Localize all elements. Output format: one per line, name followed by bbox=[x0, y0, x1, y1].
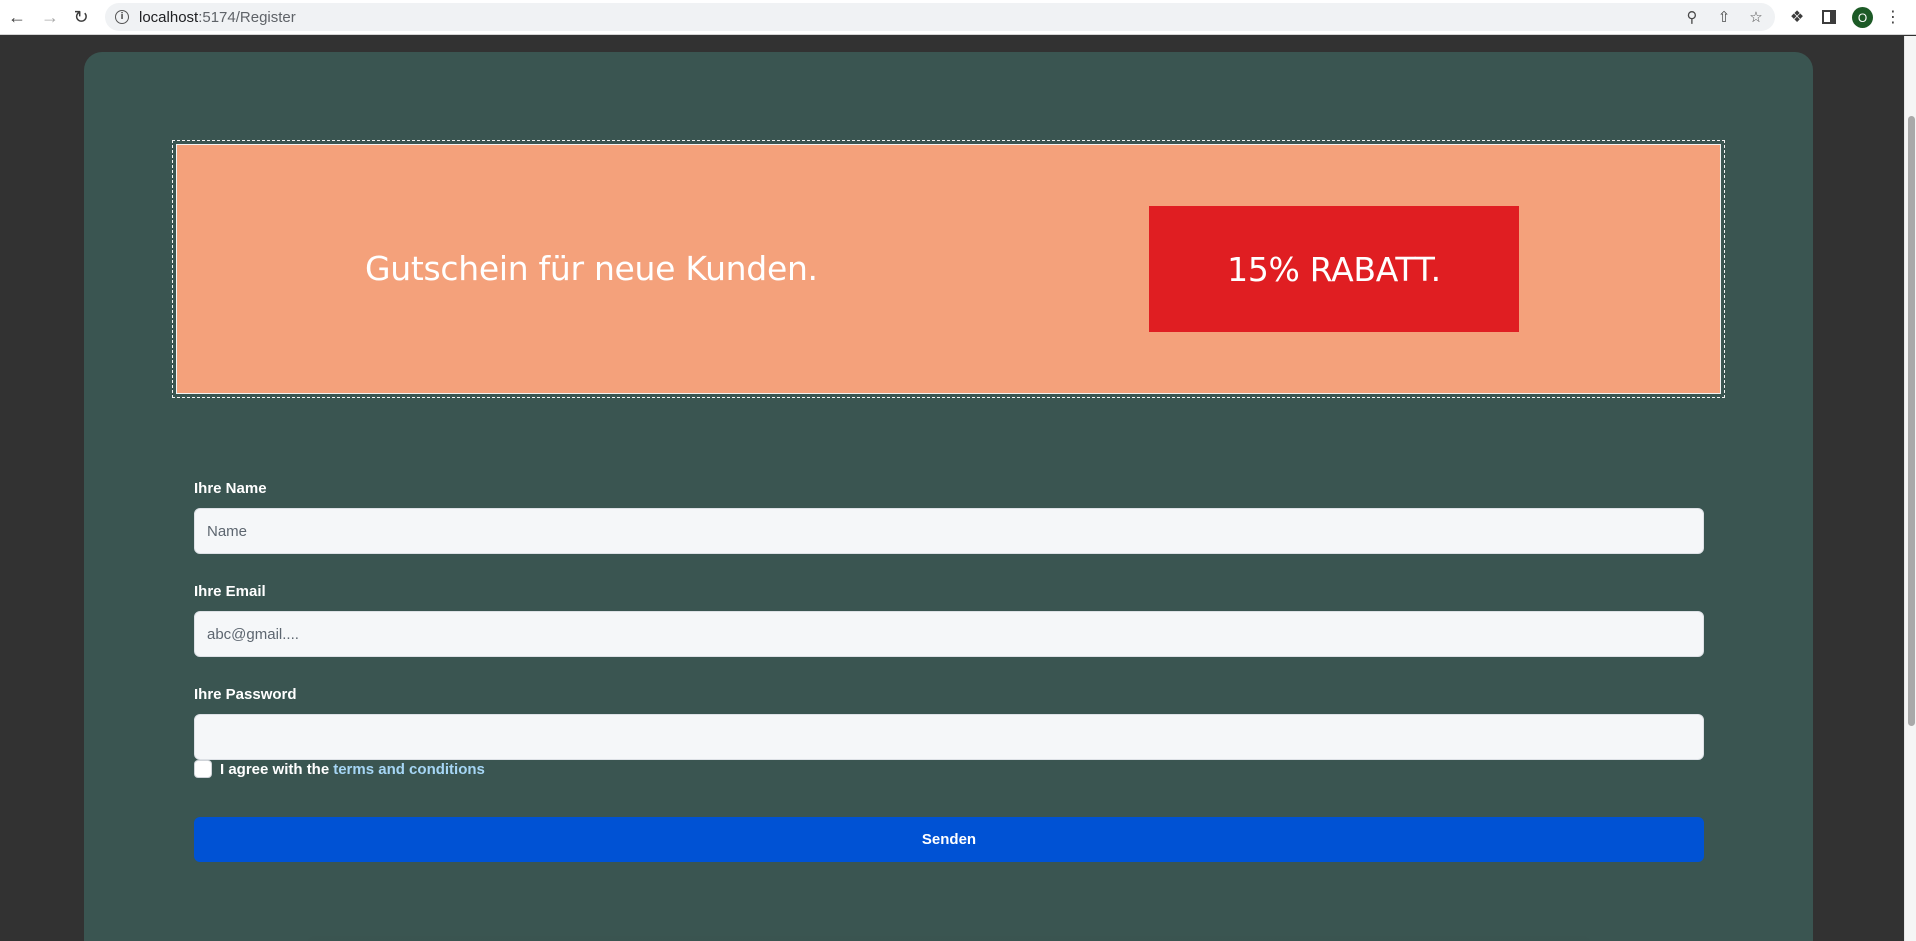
forward-arrow-icon[interactable]: → bbox=[39, 6, 61, 28]
url-host: localhost bbox=[139, 9, 199, 26]
name-input[interactable] bbox=[194, 508, 1704, 554]
agree-text: I agree with the bbox=[220, 760, 330, 778]
url-path: :5174/Register bbox=[198, 9, 296, 26]
zoom-icon[interactable]: ⚲ bbox=[1683, 8, 1701, 26]
address-bar[interactable]: i localhost:5174/Register ⚲ ⇧ ☆ bbox=[105, 3, 1775, 31]
promo-text: Gutschein für neue Kunden. bbox=[365, 249, 818, 288]
register-card: Gutschein für neue Kunden. 15% RABATT. I… bbox=[84, 52, 1813, 941]
discount-badge: 15% RABATT. bbox=[1149, 206, 1519, 332]
info-icon[interactable]: i bbox=[115, 10, 129, 24]
email-input[interactable] bbox=[194, 611, 1704, 657]
promo-banner[interactable]: Gutschein für neue Kunden. 15% RABATT. bbox=[176, 144, 1721, 394]
share-icon[interactable]: ⇧ bbox=[1715, 8, 1733, 26]
extensions-icon[interactable]: ❖ bbox=[1786, 6, 1808, 28]
password-label: Ihre Password bbox=[194, 686, 297, 703]
agree-checkbox[interactable] bbox=[194, 760, 212, 778]
email-label: Ihre Email bbox=[194, 583, 266, 600]
name-label: Ihre Name bbox=[194, 480, 267, 497]
terms-link[interactable]: terms and conditions bbox=[333, 761, 485, 778]
password-input[interactable] bbox=[194, 714, 1704, 760]
page-viewport: Gutschein für neue Kunden. 15% RABATT. I… bbox=[0, 36, 1904, 941]
submit-button[interactable]: Senden bbox=[194, 817, 1704, 862]
reload-icon[interactable]: ↻ bbox=[70, 6, 92, 28]
bottom-shadow bbox=[304, 932, 1594, 941]
side-panel-icon[interactable] bbox=[1818, 6, 1840, 28]
side-panel-glyph bbox=[1822, 10, 1836, 24]
bookmark-star-icon[interactable]: ☆ bbox=[1747, 8, 1765, 26]
avatar[interactable]: O bbox=[1852, 7, 1873, 28]
scrollbar-thumb[interactable] bbox=[1908, 116, 1915, 726]
kebab-menu-icon[interactable]: ⋮ bbox=[1882, 6, 1904, 28]
agree-row: I agree with the terms and conditions bbox=[194, 759, 485, 779]
back-arrow-icon[interactable]: ← bbox=[6, 6, 28, 28]
scrollbar[interactable] bbox=[1904, 36, 1916, 941]
url-text[interactable]: localhost:5174/Register bbox=[139, 9, 296, 26]
promo-focus-outline: Gutschein für neue Kunden. 15% RABATT. bbox=[172, 140, 1725, 398]
browser-toolbar: ← → ↻ i localhost:5174/Register ⚲ ⇧ ☆ ❖ … bbox=[0, 0, 1916, 35]
